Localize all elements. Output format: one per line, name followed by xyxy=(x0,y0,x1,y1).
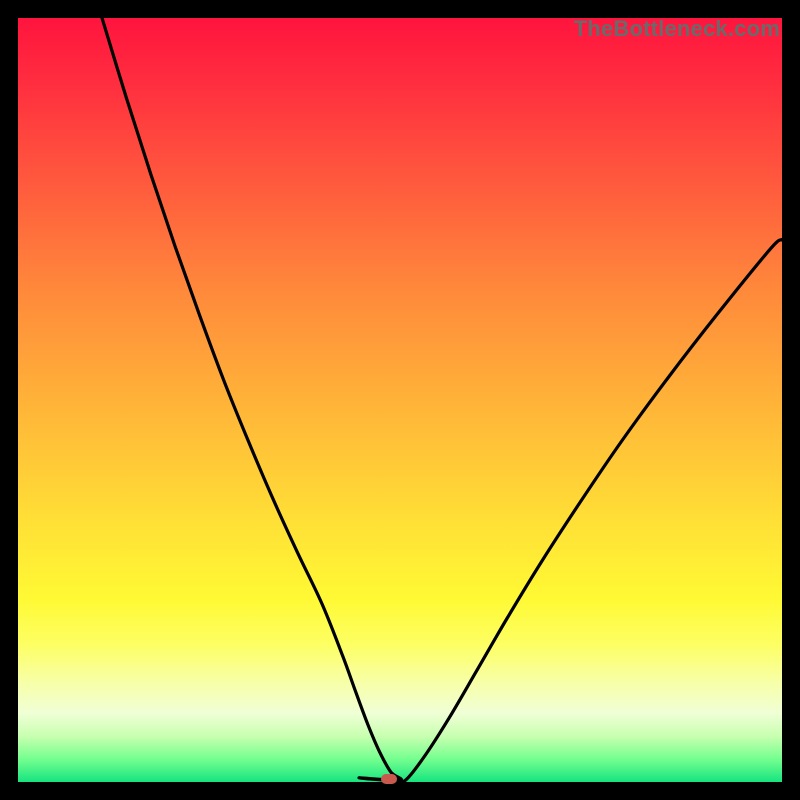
chart-frame: TheBottleneck.com xyxy=(0,0,800,800)
bottleneck-curve xyxy=(18,18,782,782)
trough-marker-icon xyxy=(381,774,397,784)
plot-area: TheBottleneck.com xyxy=(18,18,782,782)
